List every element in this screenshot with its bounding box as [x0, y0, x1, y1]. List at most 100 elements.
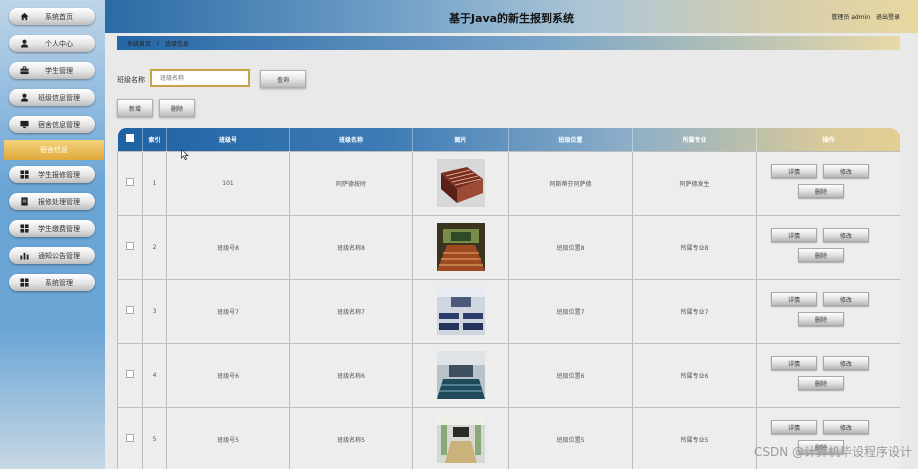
row-index: 1 — [142, 150, 167, 216]
row-index: 5 — [142, 406, 167, 469]
row-class-no: 班级号7 — [166, 278, 290, 344]
sidebar-item-label: 班级信息管理 — [38, 93, 80, 102]
breadcrumb-separator: / — [157, 39, 160, 47]
row-checkbox[interactable] — [126, 178, 134, 186]
row-checkbox[interactable] — [126, 306, 134, 314]
add-button[interactable]: 新增 — [117, 99, 153, 117]
header-location: 班级位置 — [508, 128, 633, 151]
select-all-checkbox[interactable] — [125, 134, 134, 143]
grid-icon — [20, 278, 29, 287]
row-class-no: 班级号6 — [166, 342, 290, 408]
sidebar-item-repair-requests[interactable]: 学生报修管理 — [9, 166, 95, 183]
row-delete-button[interactable]: 删除 — [798, 312, 844, 326]
row-major: 所属专业8 — [632, 214, 757, 280]
row-class-name: 阿萨德按时 — [289, 150, 413, 216]
row-delete-button[interactable]: 删除 — [798, 248, 844, 262]
sidebar-item-profile[interactable]: 个人中心 — [9, 35, 95, 52]
table-header-row: 索引 班级号 班级名称 图片 班级位置 所属专业 操作 — [117, 128, 900, 151]
sidebar-item-repair-handling[interactable]: 报修处理管理 — [9, 193, 95, 210]
sidebar-item-notices[interactable]: 通知公告管理 — [9, 247, 95, 264]
sidebar-item-label: 系统首页 — [45, 12, 73, 21]
row-class-name: 班级名称6 — [289, 342, 413, 408]
row-delete-button[interactable]: 删除 — [798, 376, 844, 390]
row-edit-button[interactable]: 修改 — [823, 292, 869, 306]
sidebar-item-payments[interactable]: 学生缴费管理 — [9, 220, 95, 237]
row-detail-button[interactable]: 详情 — [771, 356, 817, 370]
header-major: 所属专业 — [632, 128, 757, 151]
mouse-cursor-icon — [181, 149, 189, 160]
table-row: 3 班级号7 班级名称7 班级位置7 所属专业7 详情 修改 删除 — [117, 278, 900, 344]
sidebar-item-label: 报修处理管理 — [38, 197, 80, 206]
row-class-no: 101 — [166, 150, 290, 216]
row-checkbox[interactable] — [126, 242, 134, 250]
classroom-image[interactable] — [436, 223, 485, 271]
classroom-image[interactable] — [436, 351, 485, 399]
row-index: 4 — [142, 342, 167, 408]
row-major: 所属专业6 — [632, 342, 757, 408]
row-location: 班级位置5 — [508, 406, 633, 469]
table-row: 4 班级号6 班级名称6 班级位置6 所属专业6 详情 修改 删除 — [117, 342, 900, 408]
header-class-no: 班级号 — [166, 128, 290, 151]
grid-icon — [20, 224, 29, 233]
row-edit-button[interactable]: 修改 — [823, 356, 869, 370]
sidebar-item-label: 系统管理 — [45, 278, 73, 287]
home-icon — [20, 12, 29, 21]
sidebar-item-label: 宿舍信息管理 — [38, 120, 80, 129]
sidebar-item-label: 通知公告管理 — [38, 251, 80, 260]
row-class-name: 班级名称5 — [289, 406, 413, 469]
table-row: 1 101 阿萨德按时 阿斯蒂芬阿萨德 阿萨德发生 详情 修改 删除 — [117, 150, 900, 216]
row-detail-button[interactable]: 详情 — [771, 420, 817, 434]
row-edit-button[interactable]: 修改 — [823, 164, 869, 178]
briefcase-icon — [20, 66, 29, 75]
row-edit-button[interactable]: 修改 — [823, 420, 869, 434]
sidebar-item-home[interactable]: 系统首页 — [9, 8, 95, 25]
row-class-no: 班级号5 — [166, 406, 290, 469]
classroom-image[interactable] — [436, 287, 485, 335]
breadcrumb: 系统首页 / 班级信息 — [117, 36, 900, 50]
breadcrumb-current: 班级信息 — [165, 40, 190, 48]
sidebar-item-students[interactable]: 学生管理 — [9, 62, 95, 79]
breadcrumb-home[interactable]: 系统首页 — [127, 39, 151, 48]
user-area: 管理员 admin 退出登录 — [827, 12, 900, 21]
row-checkbox[interactable] — [126, 434, 134, 442]
row-edit-button[interactable]: 修改 — [823, 228, 869, 242]
top-header: 基于Java的新生报到系统 管理员 admin 退出登录 — [105, 0, 918, 33]
row-detail-button[interactable]: 详情 — [771, 228, 817, 242]
row-location: 阿斯蒂芬阿萨德 — [508, 150, 633, 216]
sidebar-item-dorm-info[interactable]: 宿舍信息管理 — [9, 116, 95, 133]
sidebar-item-label: 学生报修管理 — [38, 170, 80, 179]
row-index: 2 — [142, 214, 167, 280]
row-class-name: 班级名称8 — [289, 214, 413, 280]
row-major: 阿萨德发生 — [632, 150, 757, 216]
row-major: 所属专业7 — [632, 278, 757, 344]
header-select-all[interactable] — [117, 128, 143, 151]
row-detail-button[interactable]: 详情 — [771, 292, 817, 306]
person-icon — [20, 93, 29, 102]
header-class-name: 班级名称 — [289, 128, 413, 151]
row-checkbox[interactable] — [126, 370, 134, 378]
row-class-no: 班级号8 — [166, 214, 290, 280]
row-detail-button[interactable]: 详情 — [771, 164, 817, 178]
header-index: 索引 — [142, 128, 167, 151]
document-icon — [20, 197, 29, 206]
row-location: 班级位置6 — [508, 342, 633, 408]
sidebar-item-label: 个人中心 — [45, 39, 73, 48]
row-class-name: 班级名称7 — [289, 278, 413, 344]
row-delete-button[interactable]: 删除 — [798, 184, 844, 198]
class-name-search-input[interactable] — [150, 69, 250, 87]
person-icon — [20, 39, 29, 48]
search-button[interactable]: 查询 — [260, 70, 306, 88]
classroom-image[interactable] — [436, 415, 485, 463]
classroom-image[interactable] — [436, 159, 485, 207]
sidebar-item-label: 学生管理 — [45, 66, 73, 75]
row-index: 3 — [142, 278, 167, 344]
sidebar-item-system[interactable]: 系统管理 — [9, 274, 95, 291]
bar-chart-icon — [20, 251, 29, 260]
logout-link[interactable]: 退出登录 — [876, 14, 900, 21]
sidebar-subitem-dorm[interactable]: 宿舍信息 — [4, 140, 104, 160]
sidebar-item-class-info[interactable]: 班级信息管理 — [9, 89, 95, 106]
header-actions: 操作 — [756, 128, 900, 151]
row-location: 班级位置7 — [508, 278, 633, 344]
delete-button[interactable]: 删除 — [159, 99, 195, 117]
row-location: 班级位置8 — [508, 214, 633, 280]
